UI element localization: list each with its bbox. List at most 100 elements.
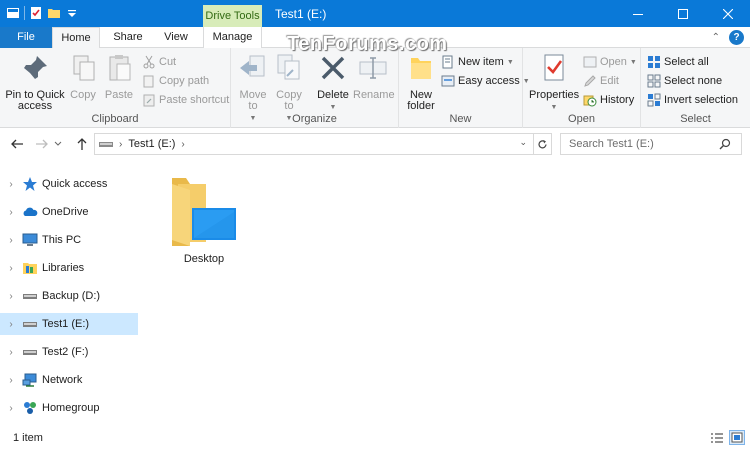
this-pc-monitor-icon [22, 233, 38, 246]
explorer-icon[interactable] [6, 6, 20, 20]
search-icon[interactable] [719, 138, 731, 150]
history-button[interactable]: History [583, 91, 634, 109]
breadcrumb-separator-icon[interactable]: › [181, 139, 184, 150]
large-icons-view-icon [731, 432, 743, 443]
nav-item-test2-f[interactable]: › Test2 (F:) [0, 341, 138, 363]
expand-chevron-icon[interactable]: › [4, 207, 18, 218]
tab-share[interactable]: Share [104, 27, 152, 48]
open-label: Open [600, 56, 627, 68]
select-none-icon [647, 74, 661, 88]
expand-chevron-icon[interactable]: › [4, 347, 18, 358]
quick-access-star-icon [23, 177, 37, 191]
up-button[interactable] [73, 135, 91, 153]
properties-icon[interactable] [29, 6, 43, 20]
new-item-label: New item [458, 56, 504, 68]
address-bar[interactable]: › Test1 (E:) › ⌄ [94, 133, 534, 155]
history-label: History [600, 94, 635, 106]
rename-button[interactable]: Rename [353, 52, 395, 101]
refresh-button[interactable] [533, 133, 552, 155]
expand-chevron-icon[interactable]: › [4, 291, 18, 302]
delete-button[interactable]: Delete ▼ [315, 52, 351, 113]
large-icons-view-button[interactable] [729, 430, 745, 445]
nav-item-label: Libraries [42, 262, 85, 274]
new-folder-button[interactable]: New folder [403, 52, 439, 112]
qat-separator [24, 6, 25, 20]
copy-path-button[interactable]: Copy path [142, 72, 209, 90]
drive-icon [23, 322, 37, 327]
search-input[interactable]: Search Test1 (E:) [569, 138, 654, 150]
invert-selection-button[interactable]: Invert selection [647, 91, 738, 109]
help-icon[interactable]: ? [729, 30, 744, 45]
open-button[interactable]: Open ▼ [583, 53, 637, 71]
maximize-button[interactable] [660, 0, 705, 27]
clipboard-group: Pin to Quick access Copy Paste Cut Copy … [0, 48, 231, 128]
edit-label: Edit [600, 75, 619, 87]
select-none-label: Select none [664, 75, 723, 87]
minimize-button[interactable] [615, 0, 660, 27]
new-item-button[interactable]: New item ▼ [441, 53, 514, 71]
tab-manage[interactable]: Manage [203, 27, 262, 48]
edit-button[interactable]: Edit [583, 72, 619, 90]
move-to-icon [240, 55, 265, 77]
easy-access-icon [441, 75, 455, 87]
address-dropdown-icon[interactable]: ⌄ [519, 137, 527, 148]
details-view-button[interactable] [709, 430, 725, 445]
new-folder-icon[interactable] [47, 6, 61, 20]
nav-item-quick-access[interactable]: › Quick access [0, 173, 138, 195]
qat-dropdown-icon[interactable] [65, 6, 79, 20]
cut-button[interactable]: Cut [142, 53, 176, 71]
nav-item-test1-e[interactable]: › Test1 (E:) [0, 313, 138, 335]
easy-access-button[interactable]: Easy access ▼ [441, 72, 530, 90]
tab-file[interactable]: File [0, 27, 52, 48]
tab-home[interactable]: Home [52, 27, 100, 49]
drive-icon [99, 142, 113, 147]
properties-button[interactable]: Properties ▼ [529, 52, 579, 113]
forward-button[interactable] [33, 135, 51, 153]
expand-chevron-icon[interactable]: › [4, 375, 18, 386]
select-none-button[interactable]: Select none [647, 72, 722, 90]
back-button[interactable] [8, 135, 26, 153]
tab-view[interactable]: View [152, 27, 200, 48]
libraries-icon [23, 263, 37, 274]
chevron-up-icon[interactable]: ⌃ [712, 32, 720, 43]
history-icon [583, 95, 597, 107]
nav-item-label: Backup (D:) [42, 290, 101, 302]
nav-item-backup-d[interactable]: › Backup (D:) [0, 285, 138, 307]
delete-label: Delete ▼ [317, 89, 349, 112]
expand-chevron-icon[interactable]: › [4, 403, 18, 414]
paste-button[interactable]: Paste [104, 52, 134, 101]
breadcrumb-separator-icon[interactable]: › [119, 139, 122, 150]
expand-chevron-icon[interactable]: › [4, 263, 18, 274]
nav-item-homegroup[interactable]: › Homegroup [0, 397, 138, 419]
drive-icon [23, 294, 37, 299]
new-group: New folder New item ▼ Easy access ▼ New [399, 48, 530, 128]
expand-chevron-icon[interactable]: › [4, 179, 18, 190]
nav-item-label: Network [42, 374, 83, 386]
select-all-button[interactable]: Select all [647, 53, 709, 71]
forward-arrow-icon [36, 139, 48, 149]
nav-item-label: OneDrive [42, 206, 89, 218]
search-box[interactable]: Search Test1 (E:) [560, 133, 742, 155]
breadcrumb-item[interactable]: Test1 (E:) [128, 138, 175, 150]
status-bar: 1 item [0, 426, 750, 449]
paste-shortcut-button[interactable]: Paste shortcut [142, 91, 229, 109]
nav-item-label: Test2 (F:) [42, 346, 89, 358]
nav-item-libraries[interactable]: › Libraries [0, 257, 138, 279]
recent-locations-button[interactable] [52, 135, 64, 153]
expand-chevron-icon[interactable]: › [4, 235, 18, 246]
new-folder-label: New folder [407, 89, 435, 112]
nav-item-this-pc[interactable]: › This PC [0, 229, 138, 251]
delete-x-icon [321, 56, 345, 80]
close-button[interactable] [705, 0, 750, 27]
pin-to-quick-access-button[interactable]: Pin to Quick access [4, 52, 66, 112]
refresh-icon [538, 139, 547, 148]
nav-item-network[interactable]: › Network [0, 369, 138, 391]
invert-selection-label: Invert selection [664, 94, 738, 106]
nav-item-onedrive[interactable]: › OneDrive [0, 201, 138, 223]
file-list-area[interactable]: Desktop [138, 160, 750, 424]
expand-chevron-icon[interactable]: › [4, 319, 18, 330]
chevron-down-icon [54, 141, 62, 146]
copy-button[interactable]: Copy [68, 52, 98, 101]
list-item[interactable]: Desktop [168, 174, 240, 265]
properties-label: Properties ▼ [529, 89, 580, 112]
